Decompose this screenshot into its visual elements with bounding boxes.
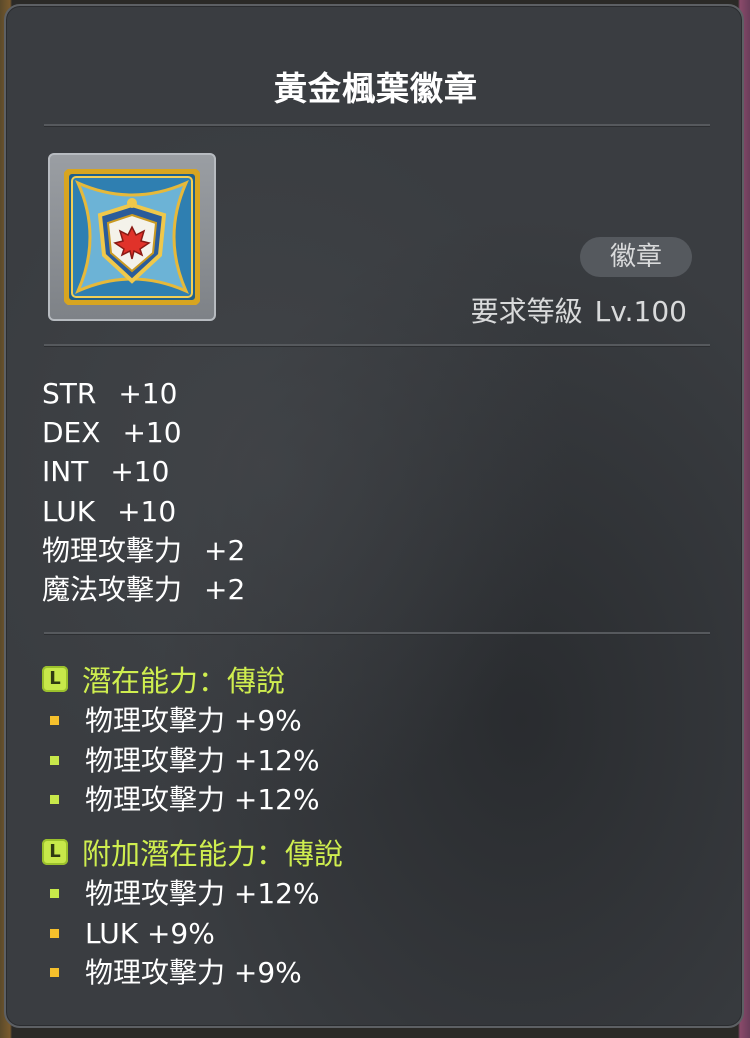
bonus-potential-lines: 物理攻擊力 +12% LUK +9% 物理攻擊力 +9%	[50, 874, 320, 993]
bonus-potential-line: LUK +9%	[50, 914, 320, 954]
legendary-grade-icon: L	[42, 666, 68, 692]
unique-bullet-icon	[50, 716, 59, 726]
stat-name: 物理攻擊力	[42, 533, 183, 567]
bonus-potential-line: 物理攻擊力 +12%	[50, 874, 320, 914]
category-badge: 徽章	[580, 237, 692, 277]
bonus-potential-line: 物理攻擊力 +9%	[50, 953, 320, 993]
stat-row: STR +10	[42, 374, 245, 413]
stat-row: 魔法攻擊力 +2	[42, 570, 245, 609]
bonus-potential-header: L 附加潛在能力：傳說	[42, 835, 343, 871]
stat-value: +10	[110, 455, 170, 489]
stat-name: DEX	[42, 416, 101, 450]
item-icon-frame	[48, 153, 216, 321]
required-level-value: Lv.100	[594, 295, 687, 328]
legendary-bullet-icon	[50, 795, 59, 805]
divider	[44, 344, 710, 346]
item-tooltip: 黃金楓葉徽章 徽章 要求等級 Lv.100 STR +10 DEX +10 INT +1…	[4, 4, 744, 1028]
legendary-bullet-icon	[50, 889, 59, 899]
divider	[44, 124, 710, 126]
bonus-potential-title: 附加潛在能力：傳說	[82, 837, 344, 871]
potential-title: 潛在能力：傳說	[82, 664, 286, 698]
stat-row: DEX +10	[42, 413, 245, 452]
stat-value: +2	[204, 573, 246, 607]
stat-name: LUK	[42, 494, 96, 528]
legendary-grade-icon: L	[42, 839, 68, 865]
stat-row: INT +10	[42, 452, 245, 491]
unique-bullet-icon	[50, 928, 59, 938]
divider	[44, 632, 710, 634]
stat-value: +10	[117, 494, 177, 528]
stat-row: 物理攻擊力 +2	[42, 531, 245, 570]
potential-lines: 物理攻擊力 +9% 物理攻擊力 +12% 物理攻擊力 +12%	[50, 701, 320, 820]
unique-bullet-icon	[50, 968, 59, 978]
potential-header: L 潛在能力：傳說	[42, 662, 285, 698]
stat-row: LUK +10	[42, 492, 245, 531]
potential-line: 物理攻擊力 +9%	[50, 701, 320, 741]
stat-value: +10	[122, 416, 182, 450]
legendary-bullet-icon	[50, 755, 59, 765]
potential-line: 物理攻擊力 +12%	[50, 780, 320, 820]
required-level-label: 要求等級	[470, 295, 583, 328]
required-level: 要求等級 Lv.100	[471, 290, 687, 330]
stat-name: INT	[42, 455, 89, 489]
stat-name: 魔法攻擊力	[42, 573, 183, 607]
golden-maple-emblem-icon	[64, 169, 200, 305]
stat-value: +2	[204, 533, 246, 567]
stat-value: +10	[118, 377, 178, 410]
potential-line: 物理攻擊力 +12%	[50, 741, 320, 781]
stat-name: STR	[42, 377, 97, 410]
item-name: 黃金楓葉徽章	[274, 69, 478, 108]
base-stats: STR +10 DEX +10 INT +10 LUK +10 物理攻擊力 +2 魔法攻擊…	[42, 374, 245, 609]
